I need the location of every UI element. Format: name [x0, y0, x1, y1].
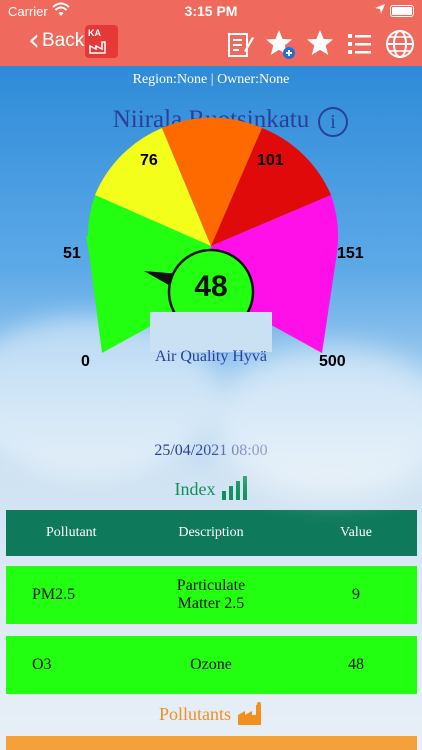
measurement-datetime: 25/04/2021 08:00: [154, 442, 268, 459]
factory-icon: [238, 702, 261, 725]
globe-button[interactable]: [382, 26, 418, 62]
air-quality-label: Air Quality Hyvä: [155, 348, 267, 365]
edit-notes-icon: [228, 33, 254, 57]
nav-actions: [222, 26, 418, 62]
pollutant-description: Particulate Matter 2.5: [136, 566, 286, 624]
pollutant-table-header: Pollutant Description Value: [6, 510, 417, 556]
location-arrow-icon: [374, 3, 386, 18]
list-button[interactable]: [342, 26, 378, 62]
pollutant-description: Ozone: [190, 656, 232, 673]
pollutants-bar: [6, 736, 417, 750]
description-line: Matter 2.5: [177, 595, 245, 612]
header-pollutant: Pollutant: [46, 525, 97, 540]
pollutant-name: O3: [32, 656, 52, 673]
pollutant-value: 48: [348, 656, 364, 673]
header-value: Value: [340, 525, 372, 540]
logo-text: KA: [88, 28, 101, 38]
status-bar: Carrier 3:15 PM: [0, 0, 422, 22]
gauge-baseline-cover: [150, 312, 272, 352]
gauge-tick-101: 101: [257, 152, 284, 169]
table-row[interactable]: PM2.5 Particulate Matter 2.5 9: [6, 566, 417, 624]
edit-notes-button[interactable]: [222, 26, 258, 62]
chevron-left-icon: ‹: [28, 23, 40, 58]
index-link[interactable]: Index: [0, 476, 422, 500]
description-line: Particulate: [176, 577, 246, 594]
factory-logo-icon: [89, 41, 106, 54]
add-favorite-button[interactable]: [262, 26, 298, 62]
index-label: Index: [174, 479, 216, 499]
top-bar: Carrier 3:15 PM ‹ Back KA: [0, 0, 422, 66]
table-row[interactable]: O3 Ozone 48: [6, 636, 417, 694]
gauge-tick-51: 51: [63, 245, 81, 262]
pollutants-label: Pollutants: [158, 703, 231, 724]
favorites-button[interactable]: [302, 26, 338, 62]
header-description: Description: [178, 525, 244, 540]
gauge-tick-76: 76: [140, 152, 158, 169]
pollutant-value: 9: [352, 586, 360, 603]
pollutant-name: PM2.5: [32, 586, 76, 603]
aqi-gauge: [86, 117, 339, 353]
list-icon: [348, 34, 371, 54]
gauge-tick-151: 151: [337, 245, 364, 262]
bar-chart-icon: [222, 476, 248, 500]
app-logo: KA: [85, 25, 118, 58]
battery-icon: [390, 5, 414, 17]
clock: 3:15 PM: [184, 3, 238, 19]
back-button[interactable]: ‹ Back: [28, 26, 84, 56]
aqi-value: 48: [194, 270, 228, 303]
star-add-icon: [266, 30, 295, 59]
navigation-bar: ‹ Back KA: [0, 22, 422, 66]
pollutants-link[interactable]: Pollutants: [0, 702, 422, 726]
globe-icon: [386, 30, 414, 58]
main-content: Region:None | Owner:None Niirala Ruotsin…: [0, 66, 422, 750]
back-label: Back: [42, 30, 85, 51]
star-icon: [307, 30, 333, 55]
